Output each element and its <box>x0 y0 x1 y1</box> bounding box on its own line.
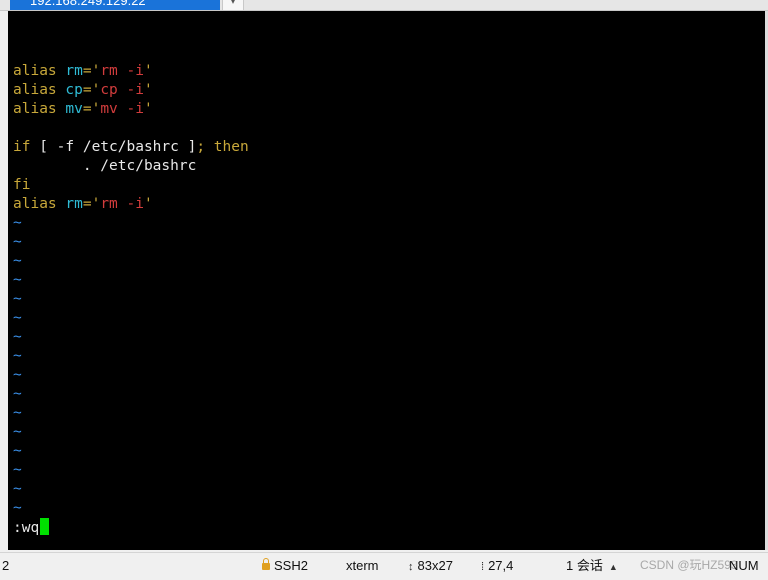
empty-line-tilde: ~ <box>13 462 22 478</box>
vim-command-line[interactable]: :wq <box>13 518 50 537</box>
code-token: rm <box>65 196 83 212</box>
status-terminal-type: xterm <box>346 558 379 573</box>
terminal-line: ~ <box>13 423 22 442</box>
empty-line-tilde: ~ <box>13 234 22 250</box>
code-token: =' <box>82 196 101 212</box>
terminal-line: ~ <box>13 385 22 404</box>
terminal-line: alias mv='mv -i' <box>13 100 153 119</box>
terminal-line: ~ <box>13 233 22 252</box>
code-token: ' <box>143 196 153 212</box>
code-token: cp -i <box>100 82 144 98</box>
terminal-line: . /etc/bashrc <box>13 157 197 176</box>
tab-bar: 192.168.249.129:22 ▾ <box>0 0 768 11</box>
code-token: =' <box>82 82 101 98</box>
empty-line-tilde: ~ <box>13 253 22 269</box>
command-text: :wq <box>13 520 40 536</box>
code-token: alias <box>13 63 66 79</box>
arrow-up-icon: ▲ <box>608 562 618 572</box>
code-token: alias <box>13 101 66 117</box>
resize-icon: ↕ <box>408 561 414 573</box>
empty-line-tilde: ~ <box>13 481 22 497</box>
empty-line-tilde: ~ <box>13 386 22 402</box>
status-left-number: 2 <box>2 558 10 573</box>
empty-line-tilde: ~ <box>13 329 22 345</box>
empty-line-tilde: ~ <box>13 215 22 231</box>
terminal-line: ~ <box>13 271 22 290</box>
code-token: if <box>13 139 31 155</box>
terminal-line: alias rm='rm -i' <box>13 62 153 81</box>
empty-line-tilde: ~ <box>13 500 22 516</box>
code-token: =' <box>82 101 101 117</box>
csdn-watermark: CSDN @玩HZ593 <box>640 558 738 572</box>
empty-line-tilde: ~ <box>13 424 22 440</box>
terminal-line: ~ <box>13 404 22 423</box>
lock-icon <box>262 558 270 570</box>
status-protocol: SSH2 <box>262 553 308 578</box>
code-token: ' <box>143 101 153 117</box>
empty-line-tilde: ~ <box>13 405 22 421</box>
code-token: alias <box>13 196 66 212</box>
code-token: mv <box>65 101 83 117</box>
terminal-line: fi <box>13 176 30 195</box>
terminal-line: ~ <box>13 328 22 347</box>
status-sessions[interactable]: 1 会话 ▲ <box>566 553 618 580</box>
terminal-line: ~ <box>13 252 22 271</box>
code-token: ' <box>143 63 153 79</box>
terminal-line: ~ <box>13 290 22 309</box>
terminal-line: ~ <box>13 347 22 366</box>
session-tab[interactable]: 192.168.249.129:22 <box>10 0 220 10</box>
empty-line-tilde: ~ <box>13 443 22 459</box>
status-num-lock: NUM <box>729 558 759 573</box>
code-token: . /etc/bashrc <box>13 158 197 174</box>
code-token: alias <box>13 82 66 98</box>
terminal-line: ~ <box>13 480 22 499</box>
terminal-line: ~ <box>13 461 22 480</box>
code-token: =' <box>82 63 101 79</box>
code-token: rm -i <box>100 63 144 79</box>
chevron-down-icon[interactable]: ▾ <box>222 0 244 10</box>
empty-line-tilde: ~ <box>13 367 22 383</box>
status-cursor-position: ⁞ 27,4 <box>481 558 514 573</box>
terminal-line: ~ <box>13 499 22 518</box>
terminal-line: ~ <box>13 366 22 385</box>
empty-line-tilde: ~ <box>13 310 22 326</box>
code-token: ' <box>143 82 153 98</box>
code-token: rm -i <box>100 196 144 212</box>
empty-line-tilde: ~ <box>13 291 22 307</box>
terminal-line: if [ -f /etc/bashrc ]; then <box>13 138 249 157</box>
code-token: [ -f /etc/bashrc ] <box>30 139 197 155</box>
code-token: mv -i <box>100 101 144 117</box>
terminal-line: ~ <box>13 442 22 461</box>
terminal-line: ~ <box>13 309 22 328</box>
text-cursor <box>40 518 50 535</box>
empty-line-tilde: ~ <box>13 348 22 364</box>
empty-line-tilde: ~ <box>13 272 22 288</box>
terminal-screen[interactable]: alias rm='rm -i' alias cp='cp -i' alias mv… <box>8 11 765 550</box>
terminal-line: alias rm='rm -i' <box>13 195 153 214</box>
status-bar: 2 SSH2 xterm ↕ 83x27 ⁞ 27,4 1 会话 ▲ CSDN @玩H… <box>0 552 768 578</box>
code-token: ; then <box>196 139 249 155</box>
code-token: rm <box>65 63 83 79</box>
code-token: fi <box>13 177 31 193</box>
status-size: ↕ 83x27 <box>408 558 453 573</box>
code-token: cp <box>65 82 83 98</box>
terminal-line: ~ <box>13 214 22 233</box>
cursor-position-icon: ⁞ <box>481 561 485 573</box>
terminal-line: alias cp='cp -i' <box>13 81 153 100</box>
